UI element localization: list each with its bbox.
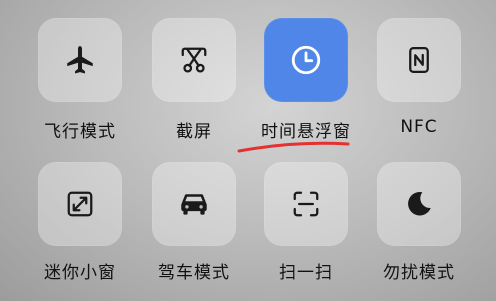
small-window-icon (65, 189, 95, 219)
driving-mode-toggle[interactable] (152, 162, 236, 246)
screenshot-label: 截屏 (176, 122, 212, 142)
floating-clock-toggle[interactable] (264, 18, 348, 102)
screenshot-scissors-icon (179, 45, 209, 75)
moon-icon (403, 188, 435, 220)
airplane-mode-label: 飞行模式 (44, 122, 116, 142)
driving-mode-label: 驾车模式 (158, 263, 230, 283)
nfc-toggle[interactable] (377, 18, 461, 102)
mini-window-toggle[interactable] (38, 162, 122, 246)
scan-icon (291, 189, 321, 219)
annotation-underline (237, 141, 350, 153)
nfc-icon (404, 45, 434, 75)
scan-toggle[interactable] (264, 162, 348, 246)
nfc-label: NFC (400, 117, 438, 137)
airplane-mode-toggle[interactable] (38, 18, 122, 102)
car-icon (177, 187, 211, 221)
scan-label: 扫一扫 (279, 263, 333, 283)
mini-window-label: 迷你小窗 (44, 263, 116, 283)
do-not-disturb-label: 勿扰模式 (383, 263, 455, 283)
airplane-icon (63, 43, 97, 77)
control-center-panel: 飞行模式 截屏 时间悬浮窗 NFC 迷你小窗 驾车模式 扫一扫 勿扰模式 (0, 0, 496, 301)
screenshot-toggle[interactable] (152, 18, 236, 102)
clock-icon (289, 43, 323, 77)
do-not-disturb-toggle[interactable] (377, 162, 461, 246)
